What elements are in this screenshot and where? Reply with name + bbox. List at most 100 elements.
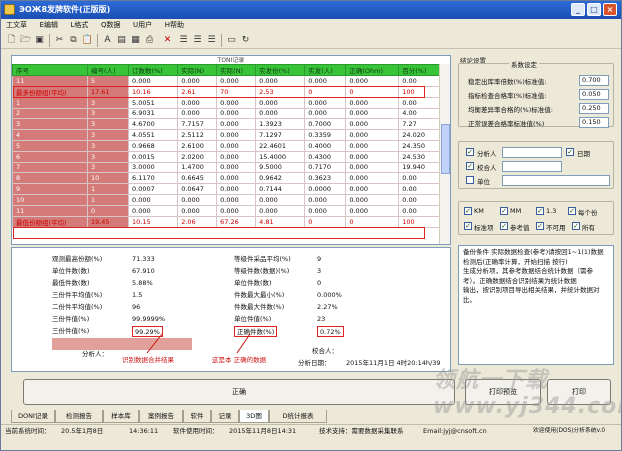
tab-cases[interactable]: 案例报告 [139,410,183,423]
table-cell[interactable]: 0.00 [398,96,440,109]
table-cell[interactable]: 0 [86,204,130,217]
tab-3d[interactable]: 3D图 [239,410,269,423]
open-folder-icon[interactable]: 🗁 [19,34,32,46]
table-cell[interactable]: 15.4000 [255,150,306,163]
table-cell[interactable]: 最低份额组(平均) [12,215,88,228]
table-cell[interactable]: 9.5000 [255,161,306,174]
table-cell[interactable]: 0.7170 [304,161,347,174]
table-cell[interactable]: 5 [12,139,88,152]
table-row[interactable]: 10 1 0.000 0.000 0.000 0.000 0.000 0.000 0.00 [12,193,440,206]
table-cell[interactable]: 0.000 [304,204,347,217]
analyst-input[interactable] [502,147,562,158]
close-button[interactable]: × [603,3,617,16]
table-cell[interactable]: 22.4601 [255,139,306,152]
minimize-button[interactable]: _ [571,3,585,16]
table-cell[interactable]: 0.4300 [304,150,347,163]
column-header[interactable]: 百分(%) [398,64,440,76]
column-header[interactable]: 编号(人) [86,64,130,76]
table-cell[interactable]: 0.000 [345,139,400,152]
table-cell[interactable]: 1 [86,193,130,206]
table-row[interactable]: 7 3 3.0000 1.4700 0.000 9.5000 0.7170 0.000 19.9… [12,161,440,174]
table-cell[interactable]: 0.000 [345,204,400,217]
cut-icon[interactable]: ✂ [53,34,66,46]
table-cell[interactable]: 0.0007 [128,183,179,195]
unit-checkbox[interactable] [466,176,474,184]
tab-report[interactable]: 检测报告 [55,410,103,423]
table-cell[interactable]: 0.7144 [255,183,306,195]
table-cell[interactable]: 0.9642 [255,172,306,185]
table-cell[interactable]: 7.7157 [177,118,218,131]
table-cell[interactable]: 0.0647 [177,183,218,195]
table-cell[interactable]: 0.000 [255,193,306,206]
table-cell[interactable]: 4.00 [398,107,440,120]
reviewer-input[interactable] [502,161,562,172]
option-checkbox[interactable]: ✓ [464,207,472,215]
tab-stat-report[interactable]: D统计报表 [269,410,327,423]
table-cell[interactable]: 0.000 [128,204,179,217]
table-cell[interactable]: 0.000 [177,193,218,206]
table-cell[interactable]: 0.000 [345,183,400,195]
param-input[interactable]: 0.150 [579,117,609,128]
table-icon[interactable]: ▦ [129,34,142,46]
param-input[interactable]: 0.250 [579,103,609,114]
menu-user[interactable]: U用户 [128,19,157,32]
table-row[interactable]: 9 1 0.0007 0.0647 0.000 0.7144 0.0000 0.000 0.00 [12,183,440,195]
option-checkbox[interactable]: ✓ [500,207,508,215]
table-cell[interactable]: 0.000 [216,96,257,109]
tab-records[interactable]: DONI记录 [11,410,55,423]
table-cell[interactable]: 0.3623 [304,172,347,185]
table-cell[interactable]: 0.4000 [304,139,347,152]
table-cell[interactable]: 0.000 [345,161,400,174]
table-cell[interactable]: 5.0051 [128,96,179,109]
table-cell[interactable]: 4.0551 [128,129,179,141]
table-cell[interactable]: 2.06 [177,215,218,228]
table-cell[interactable]: 8 [12,172,88,185]
table-cell[interactable]: 24.530 [398,150,440,163]
table-cell[interactable]: 0.000 [345,96,400,109]
column-header[interactable]: 序号 [12,64,88,76]
table-cell[interactable]: 0.000 [177,204,218,217]
maximize-button[interactable]: □ [587,3,601,16]
table-cell[interactable]: 67.26 [216,215,257,228]
table-row[interactable]: 8 10 6.1170 0.6645 0.000 0.9642 0.3623 0.000 0.0… [12,172,440,185]
table-cell[interactable]: 0.000 [216,118,257,131]
table-cell[interactable]: 0.000 [345,193,400,206]
table-cell[interactable]: 7 [12,161,88,174]
table-cell[interactable]: 10.15 [128,215,179,228]
menu-format[interactable]: L格式 [66,19,94,32]
main-action-button[interactable]: 正确 [23,379,455,405]
table-cell[interactable]: 3 [86,96,130,109]
table-cell[interactable]: 2 [12,107,88,120]
grid-scrollbar[interactable] [439,64,450,244]
table-cell[interactable]: 3 [86,129,130,141]
table-row[interactable]: 5 3 0.9668 2.6100 0.000 22.4601 0.4000 0.000 24.… [12,139,440,152]
tab-samples[interactable]: 样本库 [103,410,139,423]
table-cell[interactable]: 0.000 [216,107,257,120]
table-cell[interactable]: 0.000 [255,107,306,120]
table-cell[interactable]: 0.000 [345,129,400,141]
menu-data[interactable]: Q数据 [96,19,126,32]
reviewer-checkbox[interactable]: ✓ [466,162,474,170]
table-cell[interactable]: 6 [12,150,88,163]
info-textbox[interactable]: 备份条件 实际数据检查(参考)请按回1~1(1)数据检测后(正确率计算，开始扫描… [458,245,614,365]
table-cell[interactable]: 4 [12,129,88,141]
table-cell[interactable]: 0.000 [304,193,347,206]
table-cell[interactable]: 0 [345,215,400,228]
option-checkbox[interactable]: ✓ [536,222,544,230]
table-cell[interactable]: 9 [12,183,88,195]
table-cell[interactable]: 3.0000 [128,161,179,174]
column-header[interactable]: 实发(人) [304,64,347,76]
table-cell[interactable]: 0 [304,215,347,228]
analyst-checkbox[interactable]: ✓ [466,148,474,156]
tab-software[interactable]: 软件 [183,410,211,423]
table-cell[interactable]: 7.1297 [255,129,306,141]
table-cell[interactable]: 2.5112 [177,129,218,141]
table-cell[interactable]: 11 [12,204,88,217]
table-cell[interactable]: 0.000 [345,107,400,120]
menu-edit[interactable]: E编辑 [35,19,63,32]
table-cell[interactable]: 0.6645 [177,172,218,185]
print-icon[interactable]: ⎙ [143,34,156,46]
table-cell[interactable]: 1.4700 [177,161,218,174]
table-cell[interactable]: 0.00 [398,172,440,185]
table-row[interactable]: 4 3 4.0551 2.5112 0.000 7.1297 0.3359 0.000 24.0… [12,129,440,141]
